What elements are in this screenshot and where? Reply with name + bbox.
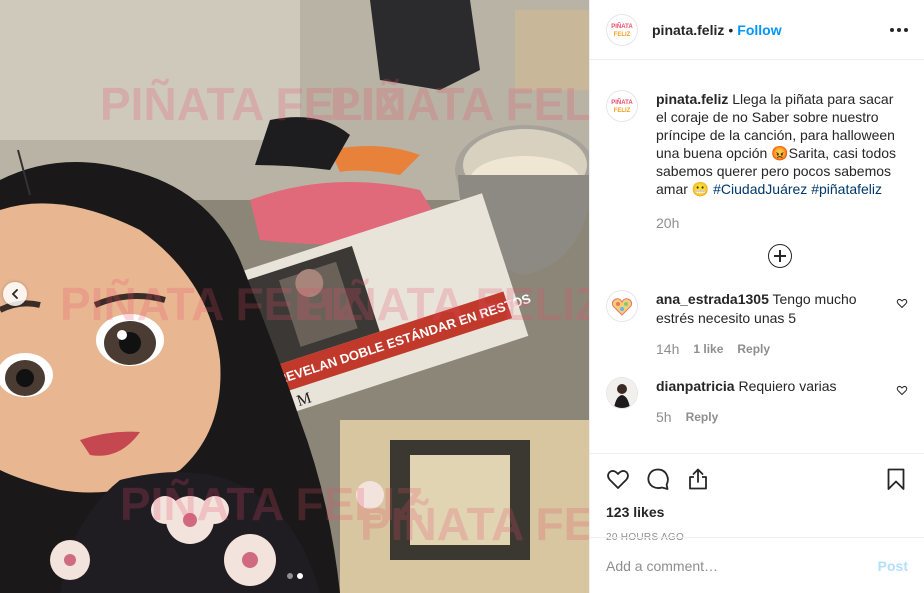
- carousel-indicator: [0, 573, 589, 579]
- svg-text:FELIZ: FELIZ: [614, 108, 631, 114]
- comment-likes-link[interactable]: 1 like: [693, 340, 723, 359]
- angry-emoji-icon: 😡: [771, 145, 789, 161]
- heart-avatar-icon: [608, 292, 636, 320]
- caption-body: pinata.feliz Llega la piñata para sacar …: [656, 90, 908, 232]
- carousel-prev-button[interactable]: [3, 282, 27, 306]
- post-side-panel: PIÑATA FELIZ pinata.feliz • Follow PIÑAT…: [590, 0, 924, 593]
- watermark-text: PIÑATA FELIZ: [360, 498, 590, 550]
- post-comment-button[interactable]: Post: [878, 558, 908, 574]
- comment-bubble-icon[interactable]: [646, 467, 670, 491]
- svg-text:PIÑATA: PIÑATA: [611, 99, 633, 106]
- user-photo-avatar-icon: [607, 378, 637, 408]
- share-icon[interactable]: [686, 467, 710, 491]
- comment-body: dianpatricia Requiero varias 5h Reply: [656, 377, 888, 427]
- comment-meta: 5h Reply: [656, 408, 888, 427]
- pinata-photo-illustration: REVELAN DOBLE ESTÁNDAR EN RESTOS M PIÑAT…: [0, 0, 590, 593]
- avatar[interactable]: [606, 290, 638, 322]
- post-header: PIÑATA FELIZ pinata.feliz • Follow: [590, 0, 924, 60]
- hashtag-link[interactable]: #piñatafeliz: [811, 181, 882, 197]
- comment-timestamp[interactable]: 14h: [656, 340, 679, 359]
- likes-count-link[interactable]: 123 likes: [606, 504, 908, 520]
- comments-list[interactable]: PIÑATA FELIZ pinata.feliz Llega la piñat…: [590, 60, 924, 453]
- bookmark-icon[interactable]: [884, 467, 908, 491]
- carousel-dot: [286, 573, 293, 579]
- follow-button[interactable]: Follow: [737, 22, 781, 38]
- grimace-emoji-icon: 😬: [691, 181, 710, 197]
- svg-text:FELIZ: FELIZ: [614, 32, 631, 38]
- comment-text: Requiero varias: [738, 378, 837, 394]
- instagram-post: REVELAN DOBLE ESTÁNDAR EN RESTOS M PIÑAT…: [0, 0, 924, 593]
- comment-timestamp[interactable]: 5h: [656, 408, 672, 427]
- like-heart-icon[interactable]: [606, 467, 630, 491]
- caption-username-link[interactable]: pinata.feliz: [656, 91, 728, 107]
- chevron-left-icon: [11, 289, 18, 299]
- carousel-dot-active: [296, 573, 303, 579]
- watermark-text: PIÑATA FELIZ: [300, 278, 590, 330]
- comment-input[interactable]: [606, 557, 878, 574]
- hashtag-link[interactable]: #CiudadJuárez: [713, 181, 807, 197]
- svg-text:PIÑATA: PIÑATA: [611, 23, 633, 30]
- reply-button[interactable]: Reply: [737, 340, 770, 359]
- avatar[interactable]: PIÑATA FELIZ: [606, 90, 638, 122]
- pinata-feliz-logo-icon: PIÑATA FELIZ: [608, 92, 636, 120]
- caption-timestamp[interactable]: 20h: [656, 214, 908, 232]
- like-comment-heart-icon[interactable]: [896, 383, 908, 401]
- comment-item: ana_estrada1305 Tengo mucho estrés neces…: [606, 290, 908, 359]
- more-options-icon[interactable]: [890, 27, 908, 32]
- header-separator: •: [728, 21, 734, 38]
- add-comment-bar: Post: [590, 537, 924, 593]
- avatar[interactable]: [606, 377, 638, 409]
- like-comment-heart-icon[interactable]: [896, 296, 908, 314]
- post-caption: PIÑATA FELIZ pinata.feliz Llega la piñat…: [606, 60, 908, 232]
- action-icons-row: [606, 454, 908, 504]
- watermark-text: PIÑATA FELIZ: [330, 78, 590, 130]
- comment-username-link[interactable]: dianpatricia: [656, 378, 735, 394]
- reply-button[interactable]: Reply: [686, 408, 719, 427]
- avatar[interactable]: PIÑATA FELIZ: [606, 13, 638, 46]
- post-photo[interactable]: REVELAN DOBLE ESTÁNDAR EN RESTOS M PIÑAT…: [0, 0, 590, 593]
- comment-meta: 14h 1 like Reply: [656, 340, 888, 359]
- comment-item: dianpatricia Requiero varias 5h Reply: [606, 377, 908, 427]
- pinata-feliz-logo-icon: PIÑATA FELIZ: [608, 15, 636, 44]
- plus-circle-icon: [768, 244, 792, 268]
- comment-username-link[interactable]: ana_estrada1305: [656, 291, 769, 307]
- comment-body: ana_estrada1305 Tengo mucho estrés neces…: [656, 290, 888, 359]
- load-more-comments-button[interactable]: [652, 244, 908, 268]
- header-username-link[interactable]: pinata.feliz: [652, 22, 724, 38]
